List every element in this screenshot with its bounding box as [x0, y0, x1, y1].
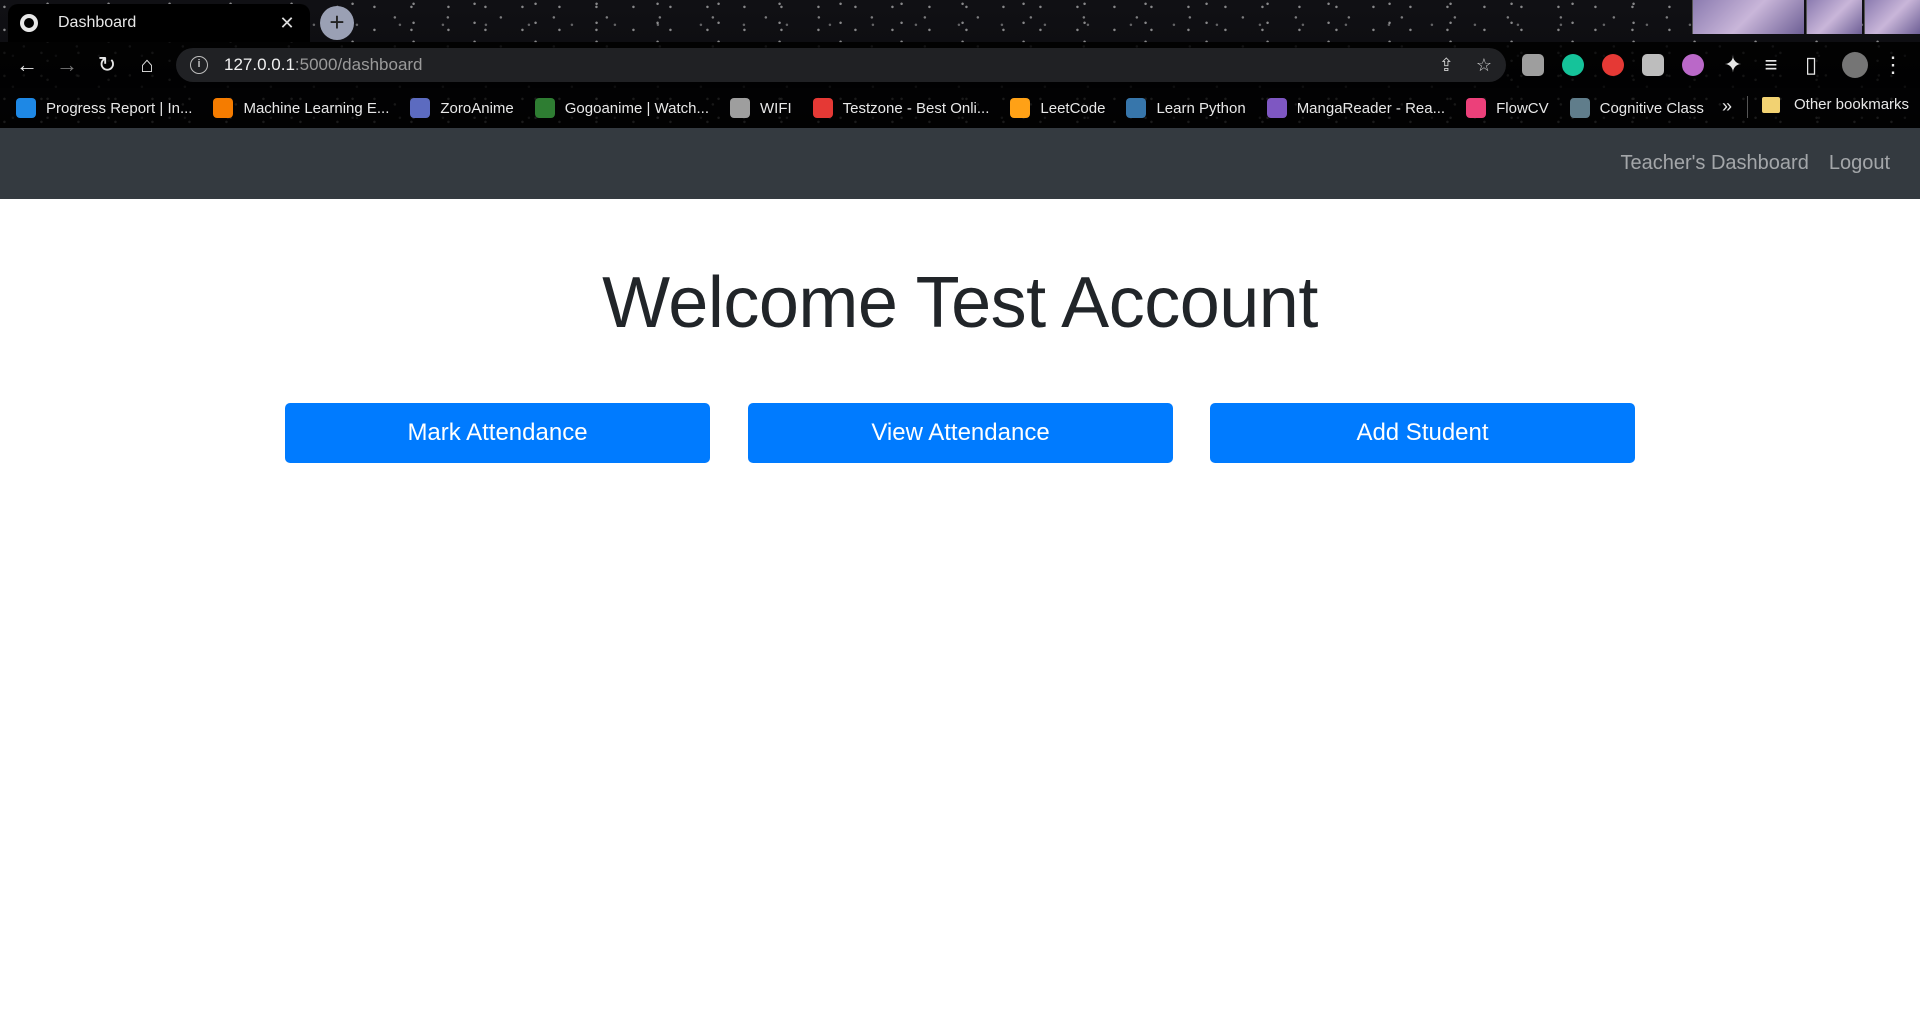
bookmark-label: Testzone - Best Onli... [842, 99, 990, 117]
action-buttons: Mark Attendance View Attendance Add Stud… [285, 403, 1635, 463]
forward-icon[interactable]: → [52, 50, 82, 80]
bookmark-item[interactable]: MangaReader - Rea... [1266, 98, 1446, 118]
python-icon [1126, 98, 1147, 118]
bookmark-item[interactable]: Cognitive Class [1569, 98, 1704, 118]
bookmark-label: Machine Learning E... [243, 99, 390, 117]
zoro-icon [410, 98, 431, 118]
bookmark-label: ZoroAnime [440, 99, 514, 117]
bookmark-label: FlowCV [1496, 99, 1549, 117]
window-thumbnail [1806, 0, 1862, 34]
tab-strip: Dashboard ✕ + [0, 0, 1920, 42]
add-student-button[interactable]: Add Student [1210, 403, 1635, 463]
bookmark-label: LeetCode [1040, 99, 1106, 117]
bookmark-label: Cognitive Class [1599, 99, 1704, 117]
close-tab-icon[interactable]: ✕ [276, 13, 298, 34]
window-thumbnail [1692, 0, 1804, 34]
nav-teachers-dashboard[interactable]: Teacher's Dashboard [1620, 152, 1808, 175]
url-path: :5000/dashboard [294, 55, 423, 74]
tab-title: Dashboard [58, 14, 137, 31]
bookmark-item[interactable]: Learn Python [1126, 98, 1246, 118]
leetcode-icon [1010, 98, 1031, 118]
url-host: 127.0.0.1 [224, 55, 295, 74]
profile-avatar[interactable] [1842, 52, 1868, 78]
back-icon[interactable]: ← [12, 50, 42, 80]
bookmark-item[interactable]: WIFI [730, 98, 792, 118]
picture-in-picture-icon[interactable] [1642, 54, 1664, 76]
tab-dashboard[interactable]: Dashboard ✕ [8, 4, 310, 42]
flowcv-icon [1466, 98, 1487, 118]
cognitive-icon [1569, 98, 1590, 118]
hexagon-icon [213, 98, 234, 118]
more-bookmarks-icon[interactable]: » [1722, 96, 1732, 117]
bookmarks-divider [1747, 96, 1748, 118]
gogo-icon [534, 98, 555, 118]
bug-icon [812, 98, 833, 118]
bookmark-item[interactable]: ZoroAnime [410, 98, 514, 118]
extension-icon[interactable] [1522, 54, 1544, 76]
app-navbar: Teacher's Dashboard Logout [0, 128, 1920, 199]
bookmark-label: Progress Report | In... [46, 99, 193, 117]
page-title: Welcome Test Account [602, 263, 1318, 343]
mark-attendance-button[interactable]: Mark Attendance [285, 403, 710, 463]
globe-icon [20, 14, 38, 32]
bookmark-item[interactable]: Testzone - Best Onli... [812, 98, 990, 118]
other-bookmarks[interactable]: Other bookmarks [1762, 96, 1909, 113]
blocker-icon[interactable] [1682, 54, 1704, 76]
bookmarks-bar: Progress Report | In... Machine Learning … [0, 88, 1920, 128]
reload-icon[interactable]: ↻ [92, 50, 122, 80]
bookmark-label: Gogoanime | Watch... [564, 99, 709, 117]
adblock-icon[interactable] [1602, 54, 1624, 76]
bookmark-item[interactable]: Gogoanime | Watch... [534, 98, 709, 118]
bookmark-item[interactable]: Machine Learning E... [213, 98, 389, 118]
bookmark-label: Learn Python [1156, 99, 1246, 117]
bookmark-item[interactable]: LeetCode [1010, 98, 1105, 118]
other-bookmarks-label: Other bookmarks [1794, 96, 1910, 113]
menu-kebab-icon[interactable]: ⋮ [1878, 50, 1908, 80]
nav-logout[interactable]: Logout [1829, 152, 1890, 175]
browser-chrome: Dashboard ✕ + ← → ↻ ⌂ i 127.0.0.1 :5000/… [0, 0, 1920, 128]
bookmark-label: WIFI [760, 99, 792, 117]
globe-icon [730, 98, 750, 118]
manga-icon [1266, 98, 1287, 118]
grammarly-icon[interactable] [1562, 54, 1584, 76]
home-icon[interactable]: ⌂ [132, 50, 162, 80]
window-thumbnail [1864, 0, 1920, 34]
bookmark-label: MangaReader - Rea... [1296, 99, 1446, 117]
view-attendance-button[interactable]: View Attendance [748, 403, 1173, 463]
media-control-icon[interactable]: ≡ [1756, 50, 1786, 80]
new-tab-button[interactable]: + [320, 6, 354, 40]
star-icon[interactable]: ☆ [1476, 55, 1492, 76]
site-info-icon[interactable]: i [190, 56, 208, 74]
browser-toolbar: ← → ↻ ⌂ i 127.0.0.1 :5000/dashboard ⇪ ☆ … [0, 42, 1920, 88]
share-icon[interactable]: ⇪ [1439, 55, 1454, 76]
address-bar[interactable]: i 127.0.0.1 :5000/dashboard ⇪ ☆ [176, 48, 1506, 82]
side-panel-icon[interactable]: ▯ [1796, 50, 1826, 80]
bookmark-item[interactable]: FlowCV [1466, 98, 1549, 118]
extensions-puzzle-icon[interactable]: ✦ [1718, 50, 1748, 80]
bookmark-item[interactable]: Progress Report | In... [16, 98, 192, 118]
folder-icon [1762, 96, 1780, 113]
is-icon [16, 98, 36, 118]
